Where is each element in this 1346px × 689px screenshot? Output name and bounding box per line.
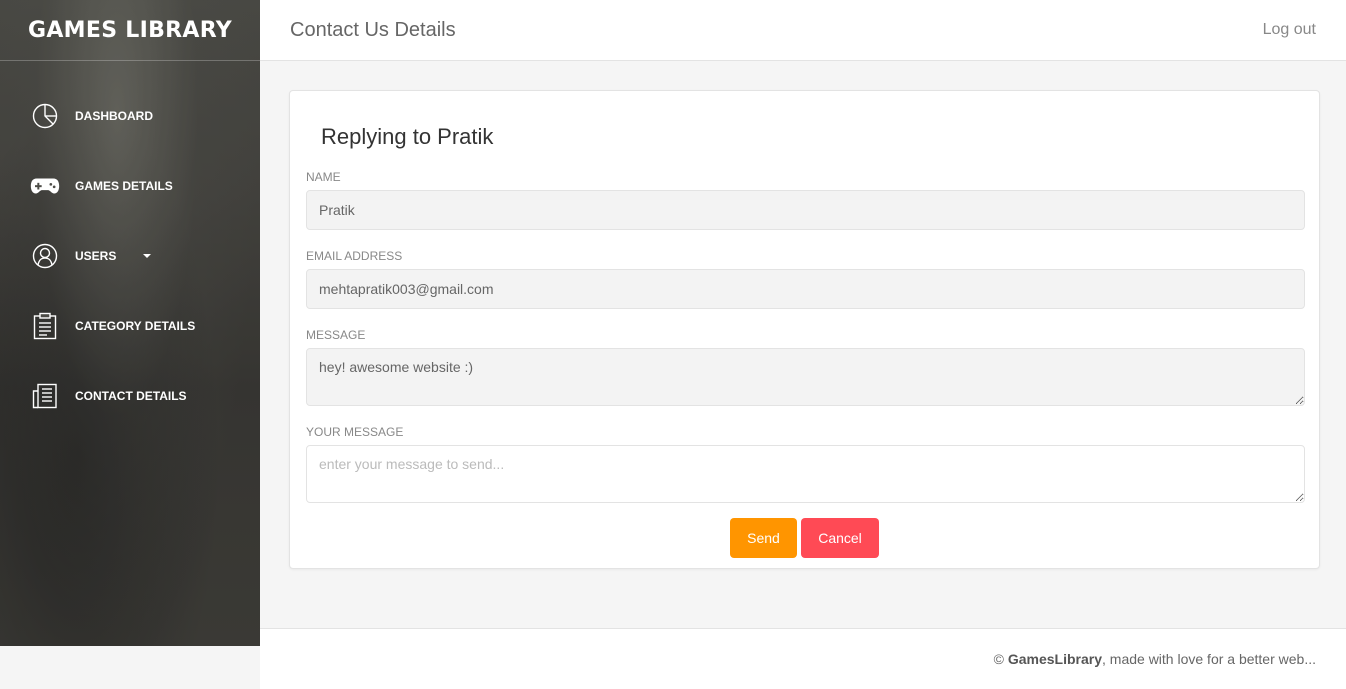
message-field[interactable]: hey! awesome website :) <box>306 348 1305 406</box>
message-label: MESSAGE <box>306 328 366 342</box>
name-label: NAME <box>306 170 341 184</box>
copyright-symbol: © <box>993 651 1004 667</box>
top-header: Contact Us Details Log out <box>260 0 1346 61</box>
brand-logo[interactable]: GAMES LIBRARY <box>0 0 260 61</box>
sidebar-item-category-details[interactable]: CATEGORY DETAILS <box>0 291 260 361</box>
name-field[interactable] <box>306 190 1305 230</box>
sidebar-item-label: CATEGORY DETAILS <box>75 319 196 333</box>
your-message-field[interactable] <box>306 445 1305 503</box>
chevron-down-icon[interactable] <box>143 254 152 258</box>
email-label: EMAIL ADDRESS <box>306 249 403 263</box>
send-button[interactable]: Send <box>730 518 797 558</box>
user-icon <box>30 241 60 271</box>
document-icon <box>30 381 60 411</box>
sidebar-item-dashboard[interactable]: DASHBOARD <box>0 81 260 151</box>
email-field[interactable] <box>306 269 1305 309</box>
sidebar-item-games-details[interactable]: GAMES DETAILS <box>0 151 260 221</box>
footer: © GamesLibrary, made with love for a bet… <box>260 628 1346 689</box>
sidebar-item-users[interactable]: USERS <box>0 221 260 291</box>
sidebar-item-contact-details[interactable]: CONTACT DETAILS <box>0 361 260 431</box>
brand-text: GAMES LIBRARY <box>27 17 233 43</box>
your-message-label: YOUR MESSAGE <box>306 425 404 439</box>
sidebar-nav: DASHBOARD GAMES DETAILS USERS CATEGORY D… <box>0 61 260 431</box>
cancel-button[interactable]: Cancel <box>801 518 879 558</box>
page-title: Contact Us Details <box>290 18 456 41</box>
clipboard-icon <box>30 311 60 341</box>
footer-text: , made with love for a better web... <box>1102 651 1316 667</box>
form-title: Replying to Pratik <box>321 124 494 149</box>
sidebar-item-label: USERS <box>75 249 117 263</box>
footer-brand: GamesLibrary <box>1007 651 1102 667</box>
sidebar: GAMES LIBRARY DASHBOARD GAMES DETAILS US… <box>0 0 260 646</box>
sidebar-item-label: GAMES DETAILS <box>75 179 173 193</box>
logout-link[interactable]: Log out <box>1263 21 1316 39</box>
reply-form-card: Replying to Pratik NAME EMAIL ADDRESS ME… <box>289 90 1320 569</box>
sidebar-item-label: DASHBOARD <box>75 109 153 123</box>
sidebar-item-label: CONTACT DETAILS <box>75 389 187 403</box>
pie-chart-icon <box>30 101 60 131</box>
gamepad-icon <box>30 171 60 201</box>
